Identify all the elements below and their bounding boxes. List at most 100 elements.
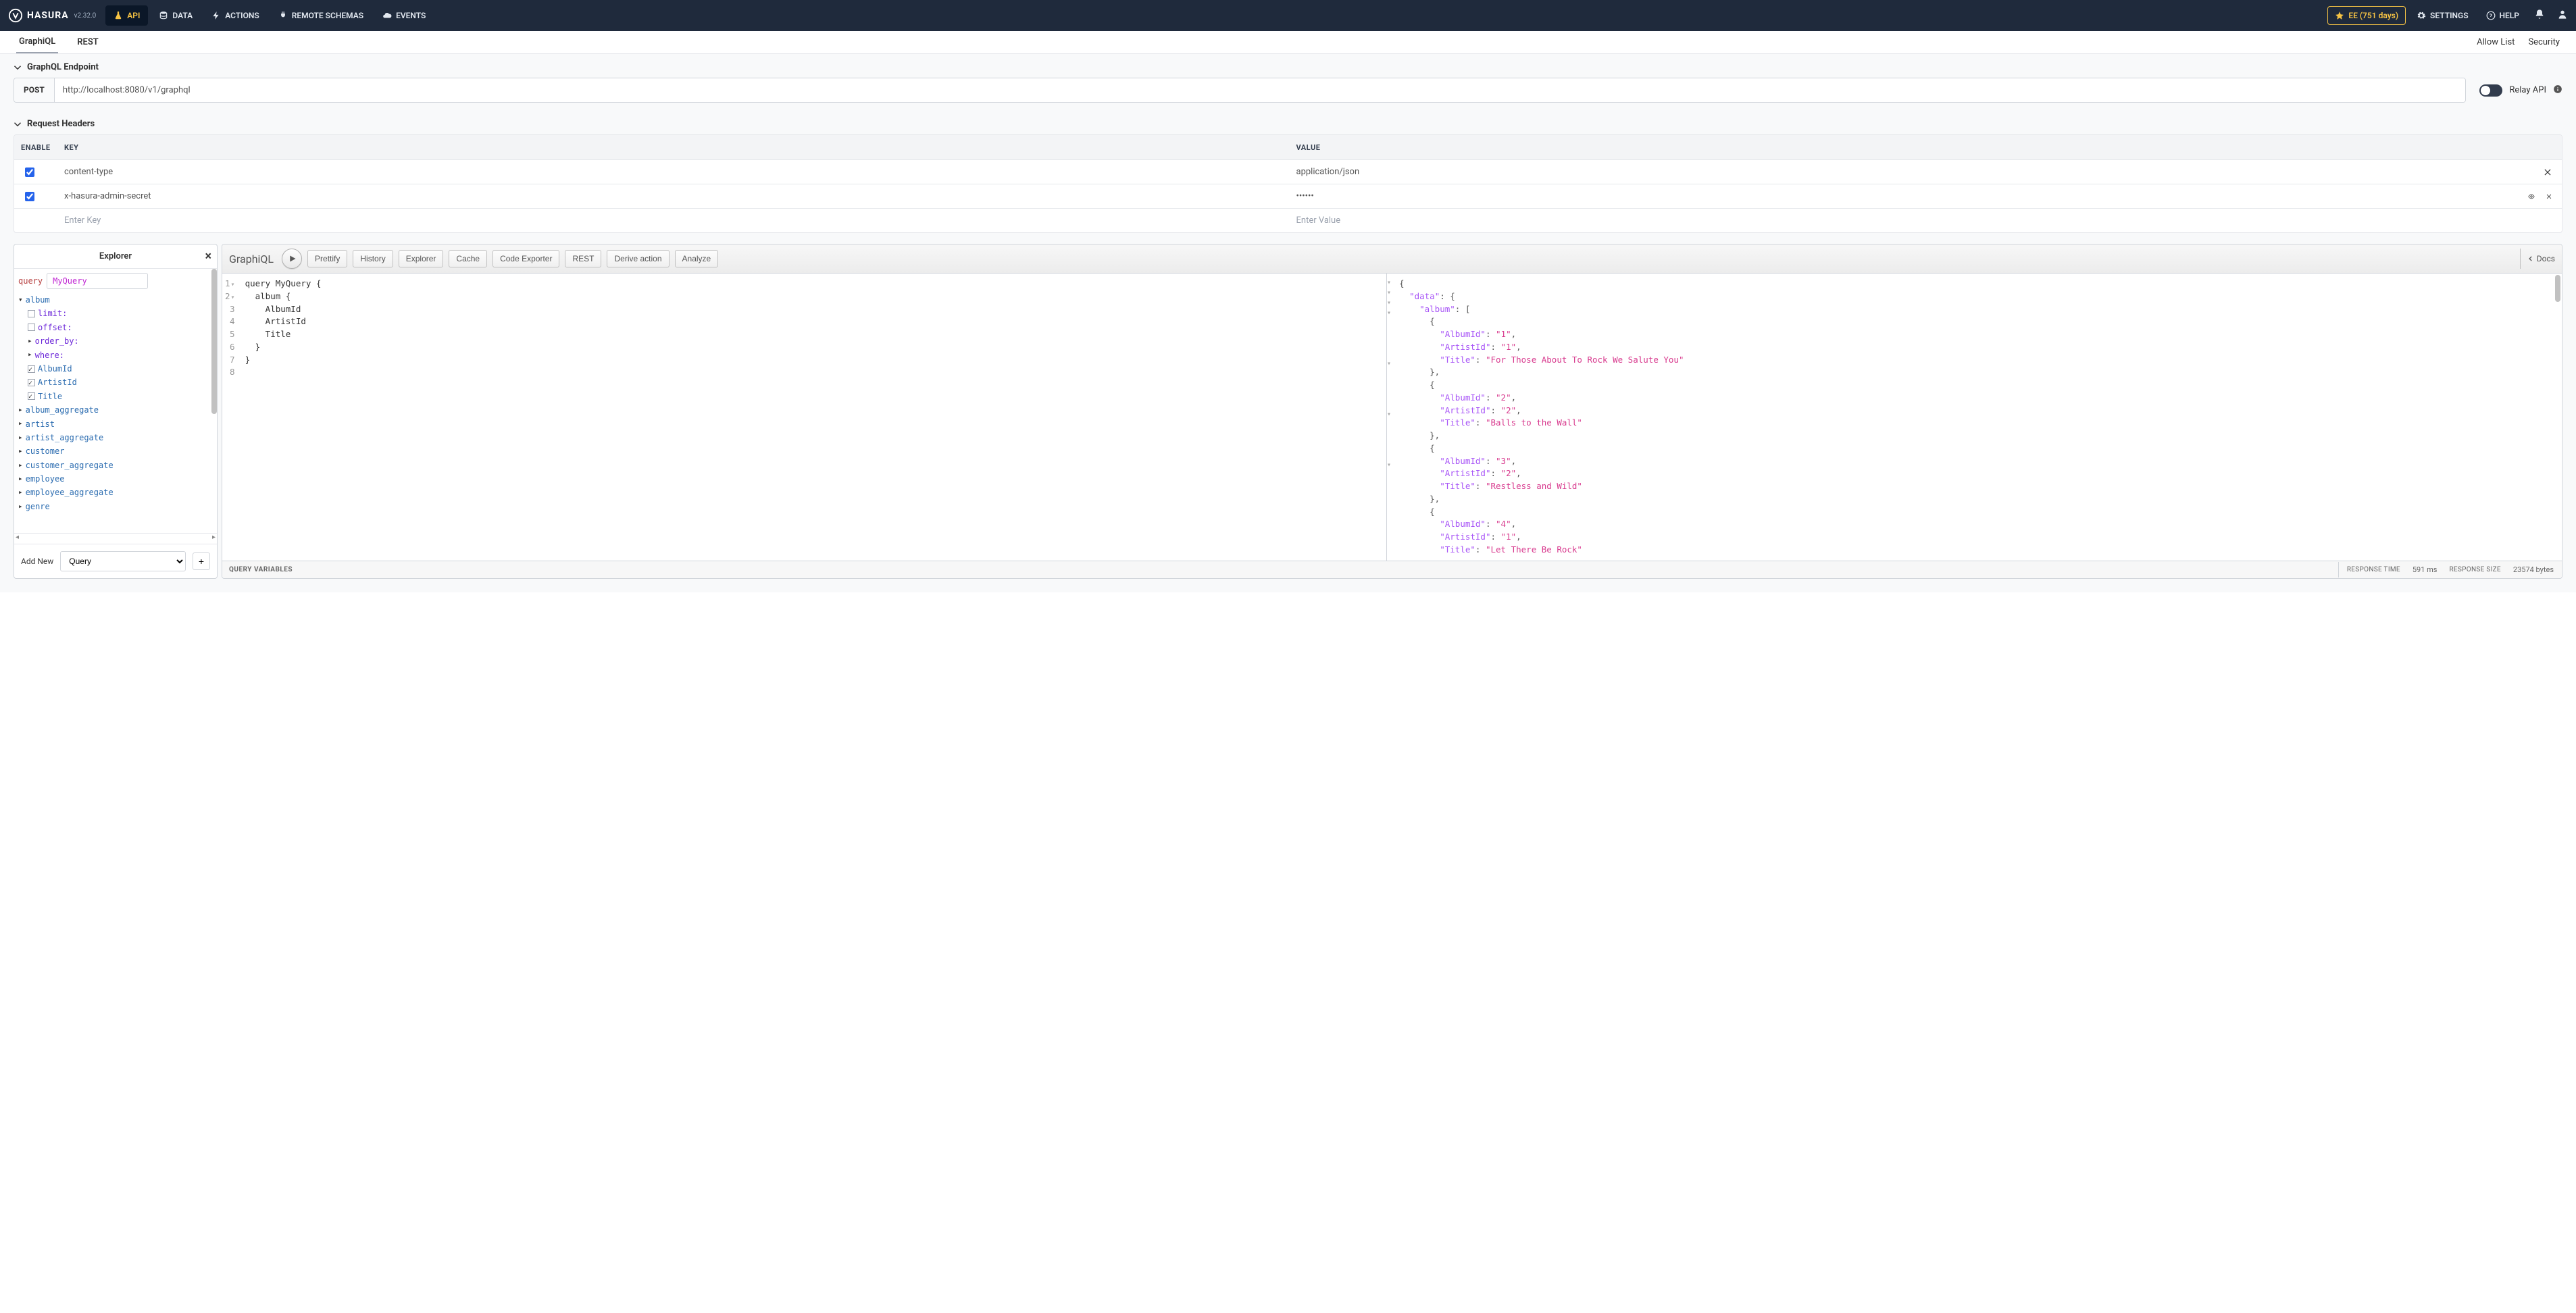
header-value-input-new[interactable] xyxy=(1296,215,2515,226)
tab-graphiql[interactable]: GraphiQL xyxy=(16,31,58,53)
section-headers-title: Request Headers xyxy=(27,119,95,129)
tree-arg-where[interactable]: where: xyxy=(35,349,64,362)
tree-field-checkbox[interactable] xyxy=(28,392,35,400)
headers-row xyxy=(14,159,2562,184)
notifications-button[interactable] xyxy=(2534,9,2545,22)
explorer-body[interactable]: query ▾album limit: offset: ▸order_by: ▸… xyxy=(14,269,217,533)
tree-field-artistid[interactable]: ArtistId xyxy=(38,376,77,389)
relay-info-icon[interactable] xyxy=(2553,84,2562,97)
resp-size-value: 23574 bytes xyxy=(2513,565,2554,574)
nav-help[interactable]: HELP xyxy=(2483,7,2522,24)
graphiql-toolbar: GraphiQL Prettify History Explorer Cache… xyxy=(222,244,2562,274)
rest-button[interactable]: REST xyxy=(565,250,601,267)
link-security[interactable]: Security xyxy=(2528,37,2560,47)
history-button[interactable]: History xyxy=(353,250,393,267)
nav-remote-schemas[interactable]: REMOTE SCHEMAS xyxy=(270,5,372,26)
tree-sibling[interactable]: customer_aggregate xyxy=(26,459,113,472)
tree-sibling[interactable]: customer xyxy=(26,444,65,458)
tree-arg-checkbox[interactable] xyxy=(28,310,35,317)
tree-field-checkbox[interactable] xyxy=(28,379,35,386)
close-icon[interactable] xyxy=(2546,192,2552,201)
explorer-footer: Add New Query + xyxy=(14,544,217,578)
add-operation-button[interactable]: + xyxy=(193,552,210,570)
nav-actions[interactable]: ACTIONS xyxy=(203,5,268,26)
response-stats: RESPONSE TIME 591 ms RESPONSE SIZE 23574… xyxy=(2339,561,2562,578)
tree-root-album[interactable]: album xyxy=(26,293,50,307)
graphiql-panes: 1▾2▾345678 query MyQuery { album { Album… xyxy=(222,274,2562,561)
code-exporter-button[interactable]: Code Exporter xyxy=(493,250,559,267)
tree-arg-limit[interactable]: limit: xyxy=(38,307,67,320)
graphiql-main: GraphiQL Prettify History Explorer Cache… xyxy=(222,244,2562,579)
resp-time-label: RESPONSE TIME xyxy=(2347,566,2400,573)
header-key-input[interactable] xyxy=(64,191,1283,201)
section-endpoint-toggle[interactable]: GraphQL Endpoint xyxy=(0,54,2576,78)
brand-version: v2.32.0 xyxy=(74,12,97,20)
docs-button[interactable]: Docs xyxy=(2520,249,2562,269)
operation-type-select[interactable]: Query xyxy=(60,551,186,571)
tree-arg-checkbox[interactable] xyxy=(28,324,35,331)
tree-arg-offset[interactable]: offset: xyxy=(38,321,72,334)
cloud-icon xyxy=(382,11,392,20)
analyze-button[interactable]: Analyze xyxy=(675,250,719,267)
top-nav: HASURA v2.32.0 API DATA ACTIONS REMOTE S… xyxy=(0,0,2576,31)
header-key-input[interactable] xyxy=(64,167,1283,177)
tree-sibling[interactable]: employee_aggregate xyxy=(26,486,113,499)
topnav-right: SETTINGS HELP xyxy=(2414,7,2568,24)
query-editor[interactable]: 1▾2▾345678 query MyQuery { album { Album… xyxy=(222,274,1387,561)
tree-field-checkbox[interactable] xyxy=(28,365,35,373)
nav-data[interactable]: DATA xyxy=(151,5,201,26)
cache-button[interactable]: Cache xyxy=(449,250,487,267)
query-code[interactable]: query MyQuery { album { AlbumId ArtistId… xyxy=(240,274,327,561)
resp-size-label: RESPONSE SIZE xyxy=(2449,566,2500,573)
explorer-button[interactable]: Explorer xyxy=(399,250,444,267)
tree-sibling[interactable]: artist_aggregate xyxy=(26,431,104,444)
resp-time-value: 591 ms xyxy=(2413,565,2438,574)
query-name-input[interactable] xyxy=(47,273,148,289)
explorer-hscroll[interactable] xyxy=(14,533,217,544)
chevron-left-icon xyxy=(2527,255,2534,262)
header-value-input[interactable] xyxy=(1296,167,2515,177)
relay-toggle[interactable] xyxy=(2479,84,2502,97)
result-pane[interactable]: ▾▾▾▾ ▾ ▾ ▾ { "data": { "album": [ { "Alb… xyxy=(1387,274,2562,561)
run-button[interactable] xyxy=(282,249,302,269)
ee-badge[interactable]: EE (751 days) xyxy=(2327,6,2406,25)
close-icon[interactable] xyxy=(2543,168,2552,177)
tree-arg-orderby[interactable]: order_by: xyxy=(35,334,79,348)
nav-api[interactable]: API xyxy=(105,5,148,26)
eye-icon[interactable] xyxy=(2528,192,2535,201)
col-key: KEY xyxy=(57,138,1290,157)
prettify-button[interactable]: Prettify xyxy=(307,250,347,267)
query-variables-toggle[interactable]: QUERY VARIABLES xyxy=(222,562,2339,577)
nav-settings[interactable]: SETTINGS xyxy=(2414,7,2471,24)
explorer-title: Explorer xyxy=(99,251,132,261)
link-allow-list[interactable]: Allow List xyxy=(2477,37,2515,47)
header-enable-checkbox[interactable] xyxy=(25,168,34,177)
tree-sibling[interactable]: genre xyxy=(26,500,50,513)
tree-sibling[interactable]: album_aggregate xyxy=(26,403,99,417)
tree-field-title[interactable]: Title xyxy=(38,390,62,403)
graphiql-container: Explorer × query ▾album limit: offset: ▸… xyxy=(0,244,2576,592)
ee-badge-label: EE (751 days) xyxy=(2348,11,2398,20)
header-enable-checkbox[interactable] xyxy=(25,192,34,201)
relay-toggle-wrap: Relay API xyxy=(2479,84,2562,97)
section-headers-toggle[interactable]: Request Headers xyxy=(0,111,2576,134)
nav-events[interactable]: EVENTS xyxy=(374,5,434,26)
endpoint-input[interactable] xyxy=(55,78,2466,102)
help-icon xyxy=(2486,11,2496,20)
nav-events-label: EVENTS xyxy=(396,11,426,20)
account-button[interactable] xyxy=(2557,9,2568,22)
tree-sibling[interactable]: employee xyxy=(26,472,65,486)
header-value-input[interactable] xyxy=(1296,191,2515,201)
tree-field-albumid[interactable]: AlbumId xyxy=(38,362,72,376)
col-value: VALUE xyxy=(1290,138,2522,157)
logo[interactable]: HASURA v2.32.0 xyxy=(8,8,96,23)
graphiql-title: GraphiQL xyxy=(229,253,274,265)
tab-rest[interactable]: REST xyxy=(74,32,101,53)
header-key-input-new[interactable] xyxy=(64,215,1283,226)
headers-table: ENABLE KEY VALUE xyxy=(14,134,2562,233)
explorer-close-button[interactable]: × xyxy=(205,251,211,263)
derive-action-button[interactable]: Derive action xyxy=(607,250,669,267)
tree-sibling[interactable]: artist xyxy=(26,417,55,431)
add-new-label: Add New xyxy=(21,557,53,566)
chevron-down-icon xyxy=(14,63,22,72)
